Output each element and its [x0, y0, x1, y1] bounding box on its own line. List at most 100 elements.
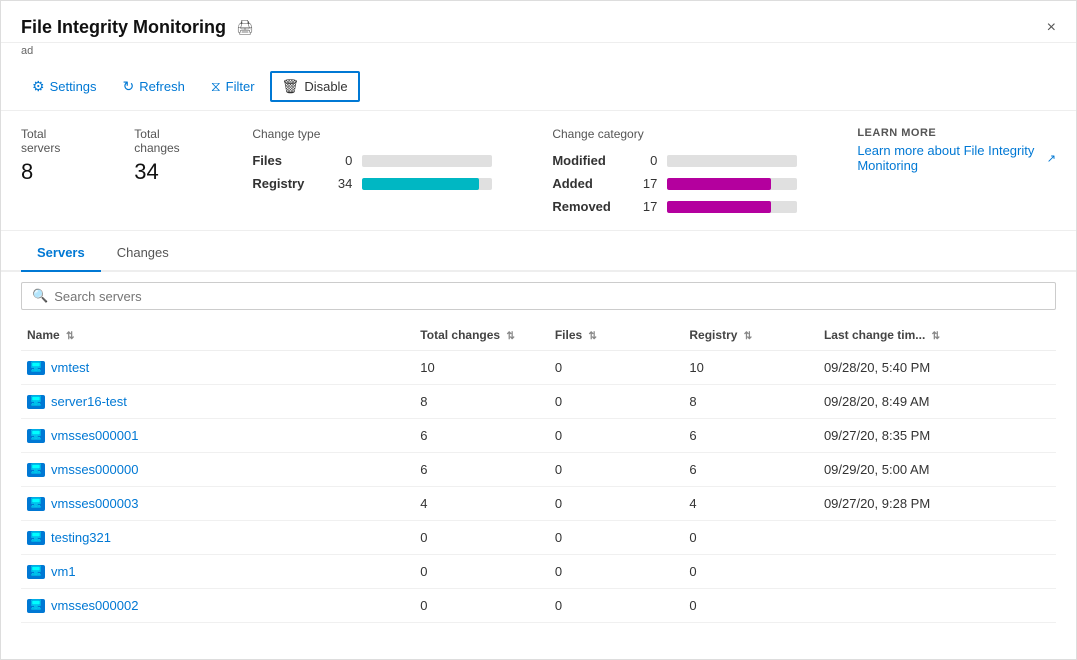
server-name: vm1 [51, 564, 76, 579]
removed-bar-fill [667, 201, 771, 213]
tab-servers[interactable]: Servers [21, 235, 101, 272]
server-link[interactable]: vmsses000001 [27, 428, 408, 443]
panel-subtitle: ad [1, 43, 1076, 63]
table-header: Name ⇅ Total changes ⇅ Files ⇅ Registry … [21, 320, 1056, 351]
cell-lastchange [818, 555, 1056, 589]
tab-changes[interactable]: Changes [101, 235, 185, 272]
toolbar: ⚙ Settings ↻ Refresh ⧖ Filter 🗑 Disable [1, 63, 1076, 111]
main-panel: File Integrity Monitoring 🖨 × ad ⚙ Setti… [0, 0, 1077, 660]
removed-count: 17 [632, 199, 657, 214]
col-header-name: Name ⇅ [21, 320, 414, 351]
disable-button[interactable]: 🗑 Disable [270, 71, 360, 102]
total-changes-block: Total changes 34 [134, 127, 192, 214]
server-link[interactable]: vmsses000003 [27, 496, 408, 511]
registry-count: 34 [327, 176, 352, 191]
sort-icon-lastchange[interactable]: ⇅ [932, 331, 940, 342]
server-link[interactable]: server16-test [27, 394, 408, 409]
cell-registry: 6 [683, 453, 818, 487]
cell-files: 0 [549, 521, 684, 555]
total-changes-value: 34 [134, 159, 192, 185]
sort-icon-registry[interactable]: ⇅ [744, 331, 752, 342]
panel-header: File Integrity Monitoring 🖨 × [1, 1, 1076, 43]
col-header-registry: Registry ⇅ [683, 320, 818, 351]
cell-lastchange: 09/27/20, 8:35 PM [818, 419, 1056, 453]
cell-lastchange: 09/27/20, 9:28 PM [818, 487, 1056, 521]
files-bar [362, 155, 492, 167]
change-category-label: Change category [552, 127, 797, 141]
search-input[interactable] [54, 289, 1045, 304]
table-row: vmtest 10 0 10 09/28/20, 5:40 PM [21, 351, 1056, 385]
cell-name: testing321 [21, 521, 414, 555]
cell-name: vmsses000003 [21, 487, 414, 521]
settings-label: Settings [50, 79, 97, 94]
server-icon [27, 429, 45, 443]
table-area: Name ⇅ Total changes ⇅ Files ⇅ Registry … [1, 320, 1076, 623]
files-label: Files [252, 153, 317, 168]
sort-icon-files[interactable]: ⇅ [589, 331, 597, 342]
cell-changes: 10 [414, 351, 549, 385]
cell-registry: 10 [683, 351, 818, 385]
change-type-block: Change type Files 0 Registry 34 [252, 127, 492, 214]
server-icon [27, 565, 45, 579]
server-name: vmsses000002 [51, 598, 138, 613]
disable-icon: 🗑 [282, 78, 300, 95]
search-box: 🔍 [21, 282, 1056, 310]
total-servers-value: 8 [21, 159, 74, 185]
cell-name: vm1 [21, 555, 414, 589]
filter-icon: ⧖ [211, 78, 221, 95]
change-type-label: Change type [252, 127, 492, 141]
cell-lastchange: 09/28/20, 5:40 PM [818, 351, 1056, 385]
server-name: vmsses000001 [51, 428, 138, 443]
col-header-changes: Total changes ⇅ [414, 320, 549, 351]
sort-icon-changes[interactable]: ⇅ [506, 331, 514, 342]
settings-button[interactable]: ⚙ Settings [21, 72, 108, 101]
added-row: Added 17 [552, 176, 797, 191]
close-button[interactable]: × [1047, 20, 1056, 36]
cell-lastchange [818, 589, 1056, 623]
cell-files: 0 [549, 487, 684, 521]
cell-lastchange: 09/29/20, 5:00 AM [818, 453, 1056, 487]
cell-registry: 0 [683, 589, 818, 623]
added-bar [667, 178, 797, 190]
added-count: 17 [632, 176, 657, 191]
learn-more-block: LEARN MORE Learn more about File Integri… [857, 127, 1056, 214]
cell-files: 0 [549, 419, 684, 453]
files-row: Files 0 [252, 153, 492, 168]
cell-name: vmtest [21, 351, 414, 385]
server-link[interactable]: vmtest [27, 360, 408, 375]
filter-label: Filter [226, 79, 255, 94]
server-name: testing321 [51, 530, 111, 545]
search-area: 🔍 [1, 272, 1076, 320]
table-row: vmsses000000 6 0 6 09/29/20, 5:00 AM [21, 453, 1056, 487]
server-icon [27, 531, 45, 545]
search-icon: 🔍 [32, 288, 48, 304]
server-name: server16-test [51, 394, 127, 409]
modified-bar [667, 155, 797, 167]
sort-icon-name[interactable]: ⇅ [66, 331, 74, 342]
print-icon[interactable]: 🖨 [236, 19, 254, 36]
total-servers-block: Total servers 8 [21, 127, 74, 214]
cell-lastchange: 09/28/20, 8:49 AM [818, 385, 1056, 419]
stats-area: Total servers 8 Total changes 34 Change … [1, 111, 1076, 231]
col-header-files: Files ⇅ [549, 320, 684, 351]
server-link[interactable]: vmsses000002 [27, 598, 408, 613]
server-link[interactable]: testing321 [27, 530, 408, 545]
change-category-block: Change category Modified 0 Added 17 Remo… [552, 127, 797, 214]
refresh-icon: ↻ [123, 78, 135, 95]
cell-lastchange [818, 521, 1056, 555]
learn-more-link[interactable]: Learn more about File Integrity Monitori… [857, 143, 1056, 173]
cell-name: vmsses000002 [21, 589, 414, 623]
server-name: vmsses000000 [51, 462, 138, 477]
registry-bar-fill [362, 178, 479, 190]
table-row: vm1 0 0 0 [21, 555, 1056, 589]
cell-changes: 0 [414, 555, 549, 589]
table-row: vmsses000001 6 0 6 09/27/20, 8:35 PM [21, 419, 1056, 453]
cell-name: vmsses000001 [21, 419, 414, 453]
modified-label: Modified [552, 153, 622, 168]
server-link[interactable]: vm1 [27, 564, 408, 579]
cell-registry: 6 [683, 419, 818, 453]
server-link[interactable]: vmsses000000 [27, 462, 408, 477]
refresh-button[interactable]: ↻ Refresh [112, 72, 196, 101]
added-label: Added [552, 176, 622, 191]
filter-button[interactable]: ⧖ Filter [200, 72, 266, 101]
